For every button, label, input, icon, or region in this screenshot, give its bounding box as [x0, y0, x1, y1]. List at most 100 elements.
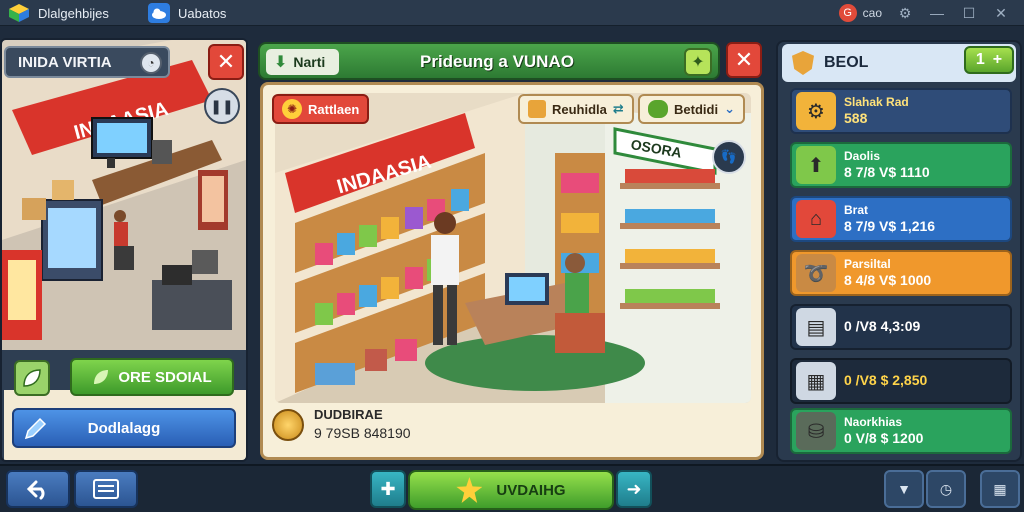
shield-icon [792, 51, 814, 75]
star-button[interactable]: ✦ [684, 48, 712, 76]
stat-value: 9 79SB 848190 [314, 425, 411, 442]
box-filter-icon [528, 100, 546, 118]
barrel-icon: ⛁ [796, 412, 836, 450]
user-chip[interactable]: G cao [838, 4, 882, 22]
previous-button[interactable]: ✚ [370, 470, 406, 508]
resource-text: Naorkhias 0 V/8 $ 1200 [844, 415, 923, 448]
badge-icon: ▼ [897, 481, 911, 497]
footprints-icon: 👣 [720, 149, 738, 164]
left-leaf-button[interactable] [14, 360, 50, 396]
back-arrow-icon [26, 480, 45, 500]
center-tab[interactable]: ⬇ Narti [266, 49, 340, 75]
center-close-button[interactable]: ✕ [726, 42, 762, 78]
list-icon [93, 479, 119, 499]
center-header: ⬇ Narti Prideung a VUNAO ✦ [258, 42, 720, 80]
resource-text: 0 /V8 $ 2,850 [844, 372, 927, 390]
center-badge[interactable]: ✺ Rattlaen [272, 94, 370, 124]
sun-badge-icon: ✺ [282, 99, 302, 119]
cloud-logo-icon [148, 3, 170, 23]
resource-text: 0 /V8 4,3:09 [844, 318, 920, 336]
crate-icon: ▦ [796, 362, 836, 400]
close-window-icon[interactable]: ✕ [992, 4, 1010, 22]
rope-icon: ➰ [796, 254, 836, 292]
star-icon: ✦ [691, 54, 705, 71]
left-pause-button[interactable]: ❚❚ [204, 88, 240, 124]
filter-2-label: Betdidi [674, 101, 719, 117]
resource-card[interactable]: ▦ 0 /V8 $ 2,850 [790, 358, 1012, 404]
grid-icon: ▦ [993, 480, 1007, 497]
chevron-down-icon: ⌄ [724, 101, 735, 116]
resource-card[interactable]: ▤ 0 /V8 4,3:09 [790, 304, 1012, 350]
resource-text: Slahak Rad 588 [844, 95, 909, 128]
settings-gear-icon[interactable]: ⚙ [896, 4, 914, 22]
leaf-small-icon [94, 370, 109, 384]
maximize-icon[interactable]: ☐ [960, 4, 978, 22]
resource-text: Brat 8 7/9 V$ 1,216 [844, 203, 935, 236]
next-button[interactable]: ➜ [616, 470, 652, 508]
down-arrow-icon: ⬇ [274, 54, 288, 71]
center-title: Prideung a VUNAO [420, 52, 574, 71]
resource-value: 8 7/9 V$ 1,216 [844, 217, 936, 234]
star-badge-icon [456, 477, 483, 503]
medal-icon [272, 409, 304, 441]
list-button[interactable] [74, 470, 138, 508]
app-tab-1[interactable]: Dlalgehbijes [8, 3, 109, 23]
resource-value: 0 /V8 4,3:09 [844, 318, 921, 335]
pause-icon: ❚❚ [210, 97, 234, 114]
left-secondary-button[interactable]: Dodlalagg [12, 408, 236, 448]
add-resource-count: 1 [975, 51, 985, 68]
swap-icon: ⇄ [612, 101, 624, 116]
left-close-button[interactable]: ✕ [208, 44, 244, 80]
resource-value: 8 7/8 V$ 1110 [844, 163, 930, 180]
resource-name: Brat [844, 202, 869, 217]
app-tab-1-label: Dlalgehbijes [38, 5, 109, 21]
minimize-icon[interactable]: — [928, 4, 946, 22]
left-panel-title: INIDA VIRTIA ◔ [4, 46, 170, 78]
arrow-right-icon: ➜ [626, 478, 642, 499]
left-panel-title-text: INIDA VIRTIA [18, 53, 112, 71]
window-controls: G cao ⚙ — ☐ ✕ [838, 0, 1024, 26]
clock-button[interactable]: ◷ [926, 470, 966, 508]
main-action-label: UVDAIHG [496, 481, 566, 499]
leaf-icon [23, 369, 41, 387]
user-avatar-icon: G [838, 4, 857, 22]
resource-name: Slahak Rad [844, 94, 909, 109]
back-button[interactable] [6, 470, 70, 508]
clock-icon[interactable]: ◔ [140, 52, 162, 74]
user-label: cao [862, 6, 882, 20]
resource-text: Daolis 8 7/8 V$ 1110 [844, 149, 930, 182]
left-primary-button-label: ORE SDOIAL [118, 368, 212, 386]
main-action-button[interactable]: UVDAIHG [408, 470, 614, 510]
gear-icon: ⚙ [796, 92, 836, 130]
resource-card[interactable]: ⛁ Naorkhias 0 V/8 $ 1200 [790, 408, 1012, 454]
footprints-button[interactable]: 👣 [712, 140, 746, 174]
right-panel-title: BEOL [824, 54, 869, 71]
plus-nav-icon: ✚ [380, 478, 396, 499]
grid-button[interactable]: ▦ [980, 470, 1020, 508]
center-stat-row: DUDBIRAE 9 79SB 848190 [272, 400, 411, 450]
resource-name: Parsiltal [844, 256, 891, 271]
resource-value: 0 V/8 $ 1200 [844, 429, 924, 446]
resource-text: Parsiltal 8 4/8 V$ 1000 [844, 257, 931, 290]
app-tab-2-label: Uabatos [178, 5, 227, 21]
cube-logo-icon [9, 4, 29, 22]
left-primary-button[interactable]: ORE SDOIAL [70, 358, 234, 396]
add-resource-button[interactable]: 1 + [964, 46, 1014, 74]
filter-button-2[interactable]: Betdidi ⌄ [638, 94, 745, 124]
center-badge-label: Rattlaen [308, 101, 360, 117]
stat-label: DUDBIRAE [314, 407, 383, 423]
left-store-scene[interactable]: INNAASIA [2, 40, 246, 350]
resource-card[interactable]: ⚙ Slahak Rad 588 [790, 88, 1012, 134]
left-secondary-button-label: Dodlalagg [87, 419, 161, 437]
filter-button-1[interactable]: Reuhidla ⇄ [518, 94, 634, 124]
resource-card[interactable]: ⬆ Daolis 8 7/8 V$ 1110 [790, 142, 1012, 188]
timer-icon: ◷ [939, 480, 953, 497]
resource-card[interactable]: ➰ Parsiltal 8 4/8 V$ 1000 [790, 250, 1012, 296]
center-store-scene[interactable]: INDAASIA OSORA [275, 93, 751, 403]
resource-card[interactable]: ⌂ Brat 8 7/9 V$ 1,216 [790, 196, 1012, 242]
shield-button[interactable]: ▼ [884, 470, 924, 508]
filter-1-label: Reuhidla [552, 101, 607, 117]
coins-filter-icon [648, 100, 668, 118]
app-tab-2[interactable]: Uabatos [148, 3, 226, 23]
box-icon: ▤ [796, 308, 836, 346]
